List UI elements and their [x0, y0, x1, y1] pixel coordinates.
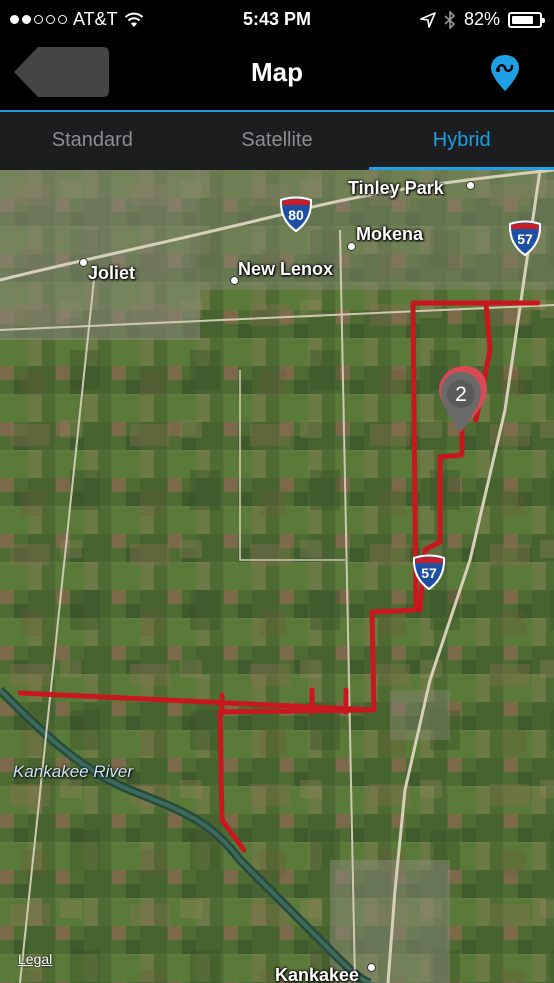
tab-hybrid[interactable]: Hybrid — [369, 112, 554, 170]
interstate-57-shield-icon: 57 — [412, 554, 446, 590]
route-pin-icon[interactable] — [490, 54, 520, 92]
navigation-bar: Map — [0, 40, 554, 110]
bluetooth-icon — [444, 10, 456, 29]
place-dot — [367, 963, 376, 972]
location-arrow-icon — [420, 11, 436, 28]
place-label-kankakee[interactable]: Kankakee — [275, 965, 359, 983]
place-label-joliet[interactable]: Joliet — [88, 263, 135, 284]
interstate-number: 57 — [421, 565, 437, 581]
place-dot — [466, 181, 475, 190]
tab-satellite[interactable]: Satellite — [185, 112, 370, 170]
place-label-tinley-park[interactable]: Tinley Park — [348, 178, 444, 199]
battery-percent: 82% — [463, 9, 500, 29]
interstate-80-shield-icon: 80 — [279, 196, 313, 232]
place-label-new-lenox[interactable]: New Lenox — [238, 259, 333, 280]
river-label: Kankakee River — [13, 762, 134, 781]
interstate-57-shield-icon: 57 — [508, 220, 542, 256]
map-marker-cluster[interactable]: 2 — [433, 364, 489, 436]
status-bar: AT&T 5:43 PM 82% — [0, 0, 554, 40]
interstate-number: 80 — [288, 207, 304, 223]
page-title: Map — [251, 57, 303, 87]
map-view[interactable]: Tinley Park Mokena Joliet New Lenox Kank… — [0, 170, 554, 983]
interstate-number: 57 — [517, 231, 533, 247]
legal-link[interactable]: Legal — [18, 951, 52, 967]
map-type-tabs: Standard Satellite Hybrid — [0, 112, 554, 170]
place-dot — [79, 258, 88, 267]
place-dot — [347, 242, 356, 251]
battery-icon — [508, 11, 545, 28]
status-right: 82% — [420, 9, 545, 30]
place-label-mokena[interactable]: Mokena — [356, 224, 423, 245]
tab-standard[interactable]: Standard — [0, 112, 185, 170]
satellite-imagery — [0, 170, 554, 983]
marker-count: 2 — [455, 383, 467, 406]
